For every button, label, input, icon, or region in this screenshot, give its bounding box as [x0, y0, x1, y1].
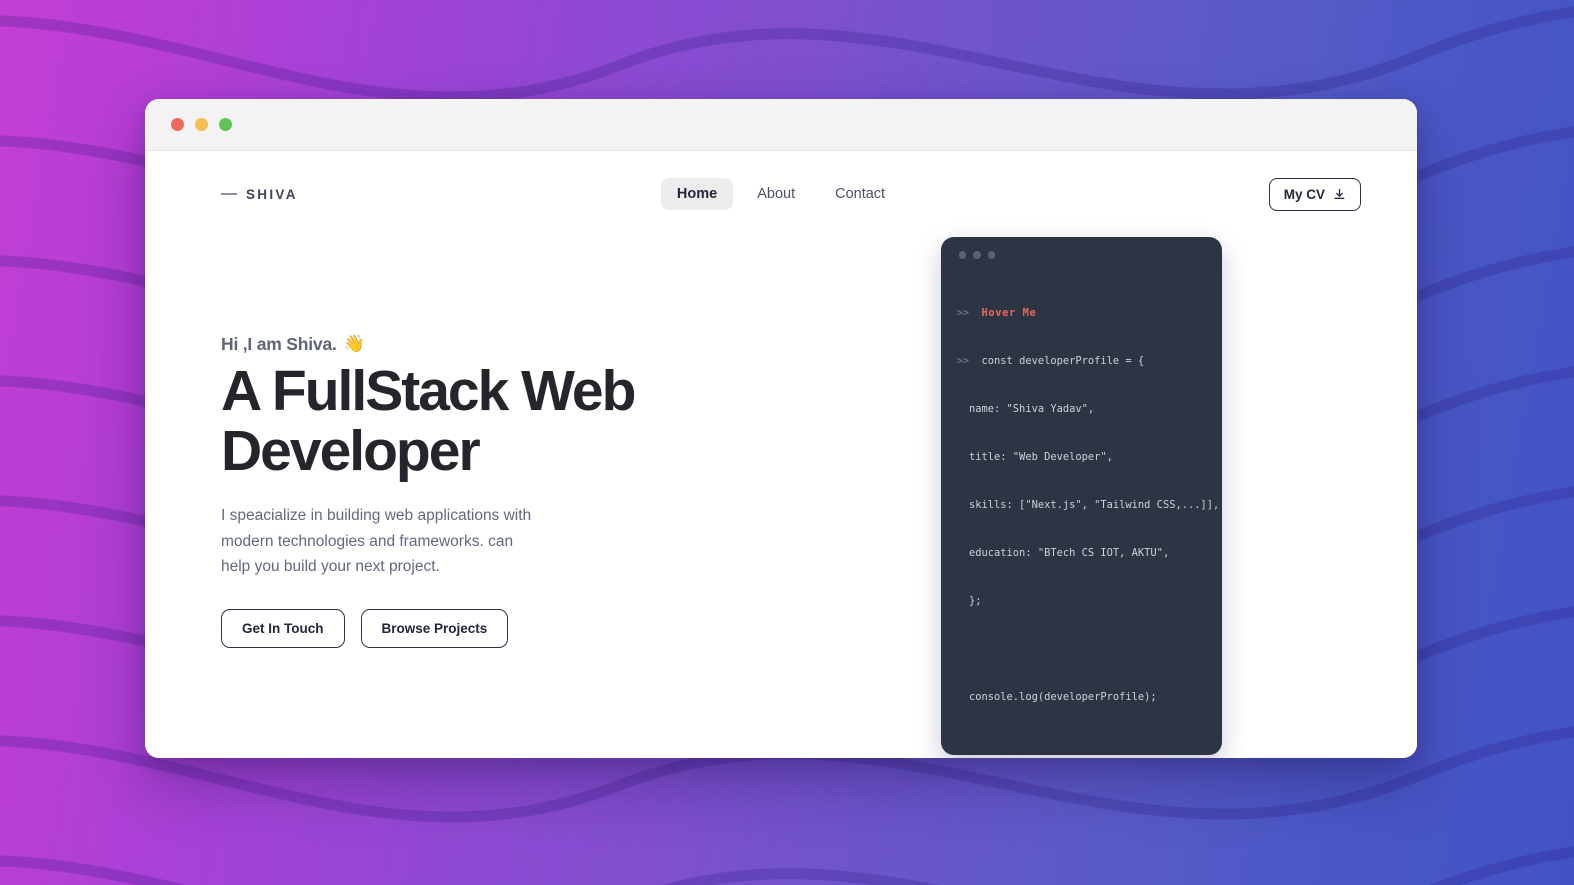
terminal-code-3: skills: ["Next.js", "Tailwind CSS,...]],	[969, 498, 1220, 511]
terminal-window-dots	[957, 251, 1206, 259]
nav-link-about[interactable]: About	[741, 178, 811, 210]
minimize-window-button[interactable]	[195, 118, 208, 131]
nav-links: Home About Contact	[660, 178, 901, 210]
terminal-code-7: console.log(developerProfile);	[969, 690, 1157, 703]
terminal-line-7: console.log(developerProfile);	[957, 689, 1206, 705]
waving-hand-icon: 👋	[343, 334, 365, 354]
my-cv-button[interactable]: My CV	[1268, 177, 1361, 211]
terminal-line-5: };	[957, 593, 1206, 609]
headline-line-1: A FullStack Web	[221, 358, 636, 423]
window-titlebar	[145, 99, 1417, 151]
terminal-line-3: skills: ["Next.js", "Tailwind CSS,...]],	[957, 497, 1219, 513]
terminal-dot-yellow	[973, 251, 981, 259]
terminal-code-1: name: "Shiva Yadav",	[969, 402, 1095, 415]
download-icon	[1333, 188, 1346, 201]
terminal-line-0: >> const developerProfile = {	[957, 353, 1206, 369]
hero-button-row: Get In Touch Browse Projects	[221, 608, 781, 648]
terminal-line-1: name: "Shiva Yadav",	[957, 401, 1206, 417]
close-window-button[interactable]	[171, 118, 184, 131]
maximize-window-button[interactable]	[219, 118, 232, 131]
terminal-code-5: };	[969, 594, 982, 607]
terminal-prompt-symbol: >>	[956, 306, 970, 319]
browse-projects-button[interactable]: Browse Projects	[360, 608, 509, 648]
site-navbar: SHIVA Home About Contact My CV	[145, 151, 1417, 237]
terminal-dot-red	[958, 251, 966, 259]
terminal-prompt-symbol-2: >>	[956, 354, 970, 367]
code-terminal-card[interactable]: >> Hover Me >> const developerProfile = …	[940, 237, 1222, 755]
hero-terminal-column: >> Hover Me >> const developerProfile = …	[821, 237, 1341, 758]
headline-line-2: Developer	[221, 419, 481, 484]
terminal-hover-label: Hover Me	[981, 306, 1037, 319]
hero-greeting-text: Hi ,I am Shiva.	[221, 333, 337, 354]
terminal-line-hover: >> Hover Me	[957, 305, 1206, 321]
my-cv-label: My CV	[1283, 186, 1325, 202]
site-logo[interactable]: SHIVA	[221, 187, 298, 202]
hero-greeting: Hi ,I am Shiva. 👋	[221, 334, 781, 355]
terminal-code-0: const developerProfile = {	[981, 354, 1145, 367]
nav-link-contact[interactable]: Contact	[819, 178, 901, 210]
nav-link-home[interactable]: Home	[660, 178, 734, 210]
hero-subtitle: I speacialize in building web applicatio…	[221, 507, 532, 575]
get-in-touch-button[interactable]: Get In Touch	[221, 608, 345, 648]
terminal-line-2: title: "Web Developer",	[957, 449, 1206, 465]
terminal-code-body: >> Hover Me >> const developerProfile = …	[957, 273, 1220, 737]
terminal-code-2: title: "Web Developer",	[969, 450, 1113, 463]
browser-window: SHIVA Home About Contact My CV Hi ,I am …	[145, 99, 1417, 758]
logo-text: SHIVA	[246, 186, 298, 202]
hero-text-column: Hi ,I am Shiva. 👋 A FullStack Web Develo…	[221, 334, 781, 688]
page-content: SHIVA Home About Contact My CV Hi ,I am …	[145, 151, 1417, 758]
terminal-code-4: education: "BTech CS IOT, AKTU",	[969, 546, 1170, 559]
page-title: A FullStack Web Developer	[221, 358, 781, 484]
hero-section: Hi ,I am Shiva. 👋 A FullStack Web Develo…	[145, 237, 1417, 758]
terminal-dot-green	[987, 251, 995, 259]
logo-dash-icon	[221, 193, 237, 195]
terminal-line-4: education: "BTech CS IOT, AKTU",	[957, 545, 1206, 561]
